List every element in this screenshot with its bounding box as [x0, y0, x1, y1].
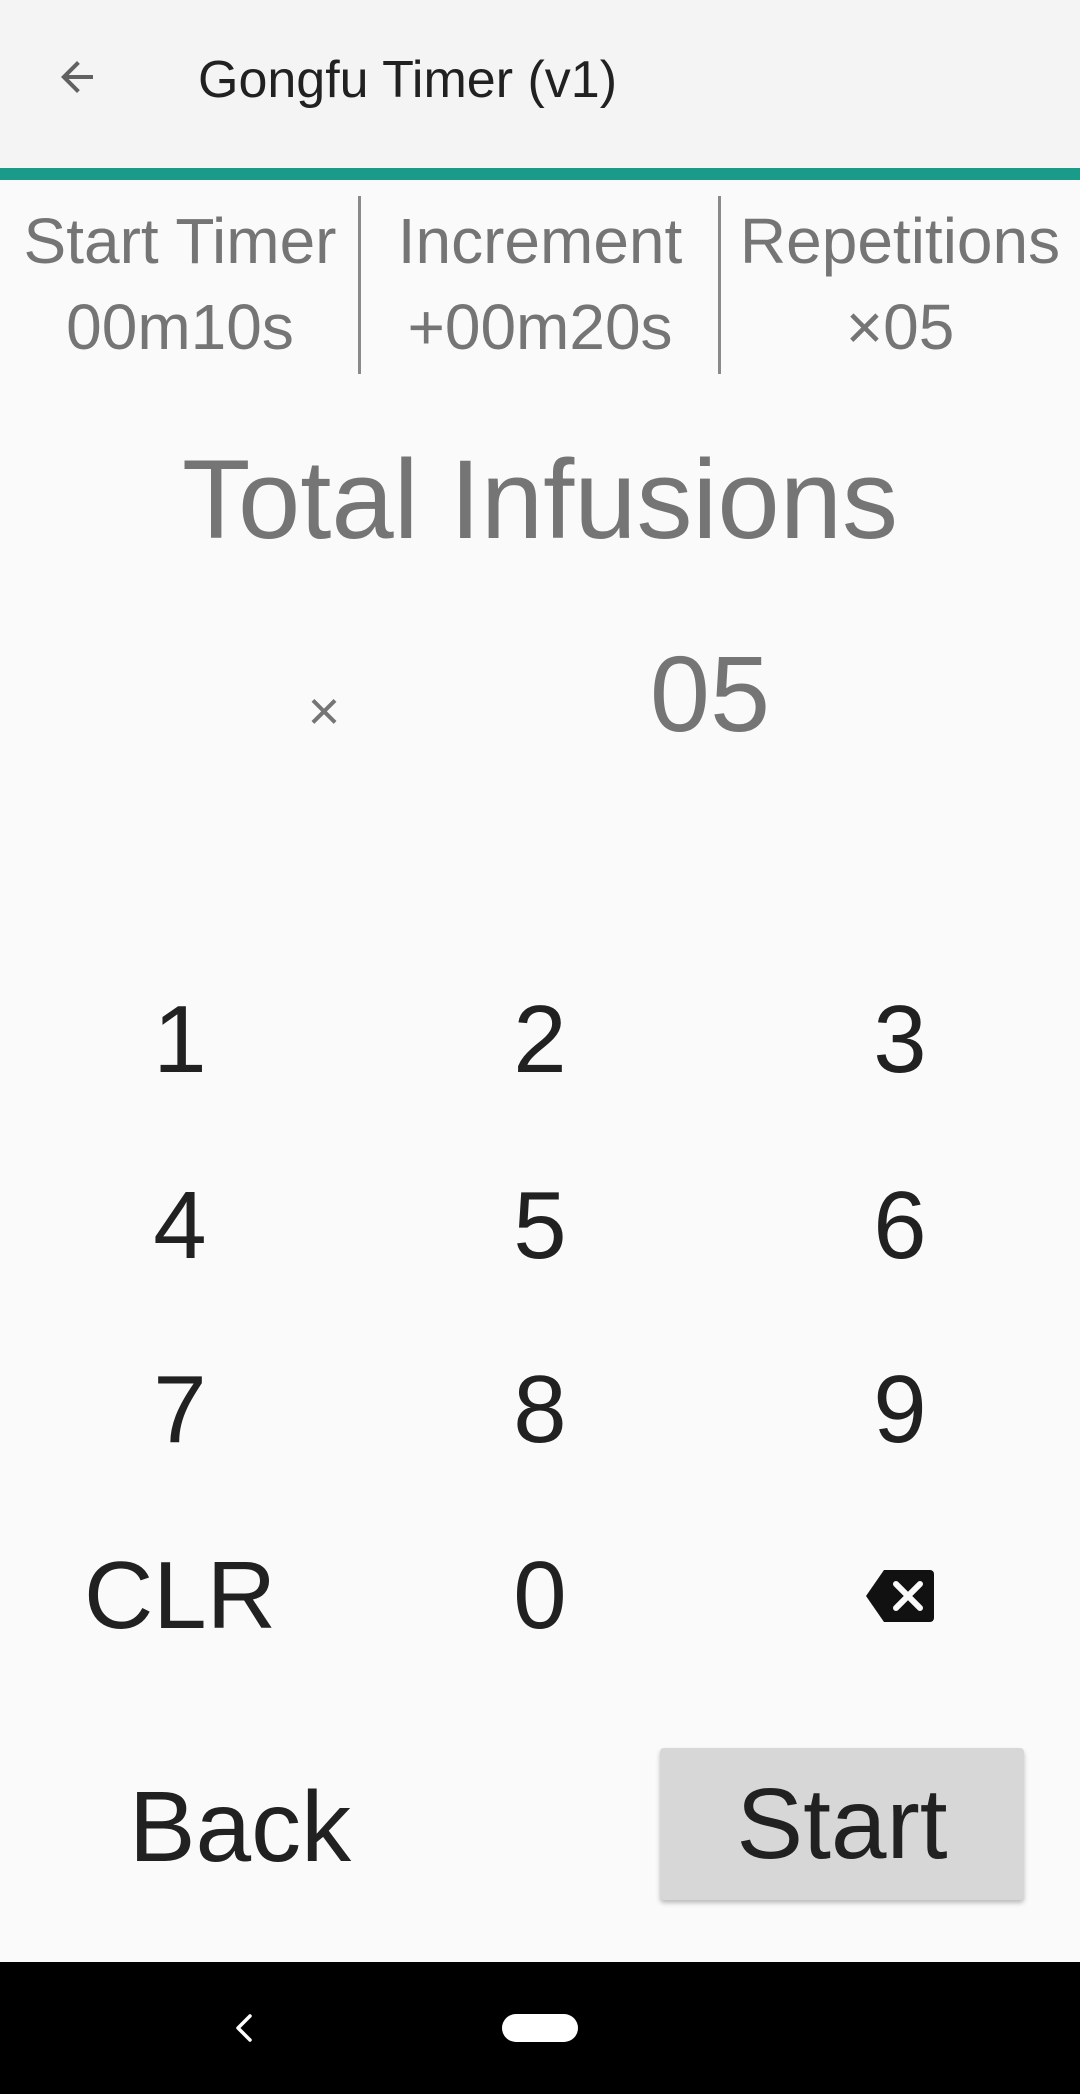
- key-clear[interactable]: CLR: [0, 1516, 360, 1676]
- start-button[interactable]: Start: [660, 1748, 1024, 1900]
- key-4[interactable]: 4: [0, 1146, 360, 1306]
- repetitions-summary[interactable]: Repetitions ×05: [720, 196, 1080, 374]
- start-timer-label: Start Timer: [23, 205, 337, 277]
- nav-home-pill-icon[interactable]: [502, 2014, 578, 2042]
- increment-value: +00m20s: [407, 291, 673, 363]
- key-8[interactable]: 8: [360, 1330, 720, 1490]
- start-timer-value: 00m10s: [66, 291, 294, 363]
- settings-summary: Start Timer 00m10s Increment +00m20s Rep…: [0, 196, 1080, 374]
- screen: Gongfu Timer (v1) Start Timer 00m10s Inc…: [0, 0, 1080, 2094]
- key-backspace[interactable]: [720, 1516, 1080, 1676]
- nav-back-icon[interactable]: [222, 2006, 266, 2050]
- repetitions-label: Repetitions: [739, 205, 1061, 277]
- system-nav-bar: [0, 1962, 1080, 2094]
- increment-summary[interactable]: Increment +00m20s: [360, 196, 720, 374]
- app-bar: Gongfu Timer (v1): [0, 0, 1080, 168]
- key-5[interactable]: 5: [360, 1146, 720, 1306]
- key-1[interactable]: 1: [0, 960, 360, 1120]
- key-2[interactable]: 2: [360, 960, 720, 1120]
- repetitions-value: ×05: [845, 291, 955, 363]
- entry-value-display: 05: [649, 633, 771, 754]
- start-timer-summary[interactable]: Start Timer 00m10s: [0, 196, 360, 374]
- key-3[interactable]: 3: [720, 960, 1080, 1120]
- key-0[interactable]: 0: [360, 1516, 720, 1676]
- app-title: Gongfu Timer (v1): [198, 51, 618, 109]
- key-7[interactable]: 7: [0, 1330, 360, 1490]
- entry-multiplier: ×: [307, 679, 341, 742]
- backspace-icon: [866, 1570, 934, 1622]
- key-9[interactable]: 9: [720, 1330, 1080, 1490]
- increment-label: Increment: [397, 205, 683, 277]
- key-6[interactable]: 6: [720, 1146, 1080, 1306]
- accent-divider: [0, 168, 1080, 180]
- entry-heading: Total Infusions: [182, 437, 898, 562]
- arrow-left-icon[interactable]: [44, 44, 110, 110]
- back-button[interactable]: Back: [60, 1752, 420, 1902]
